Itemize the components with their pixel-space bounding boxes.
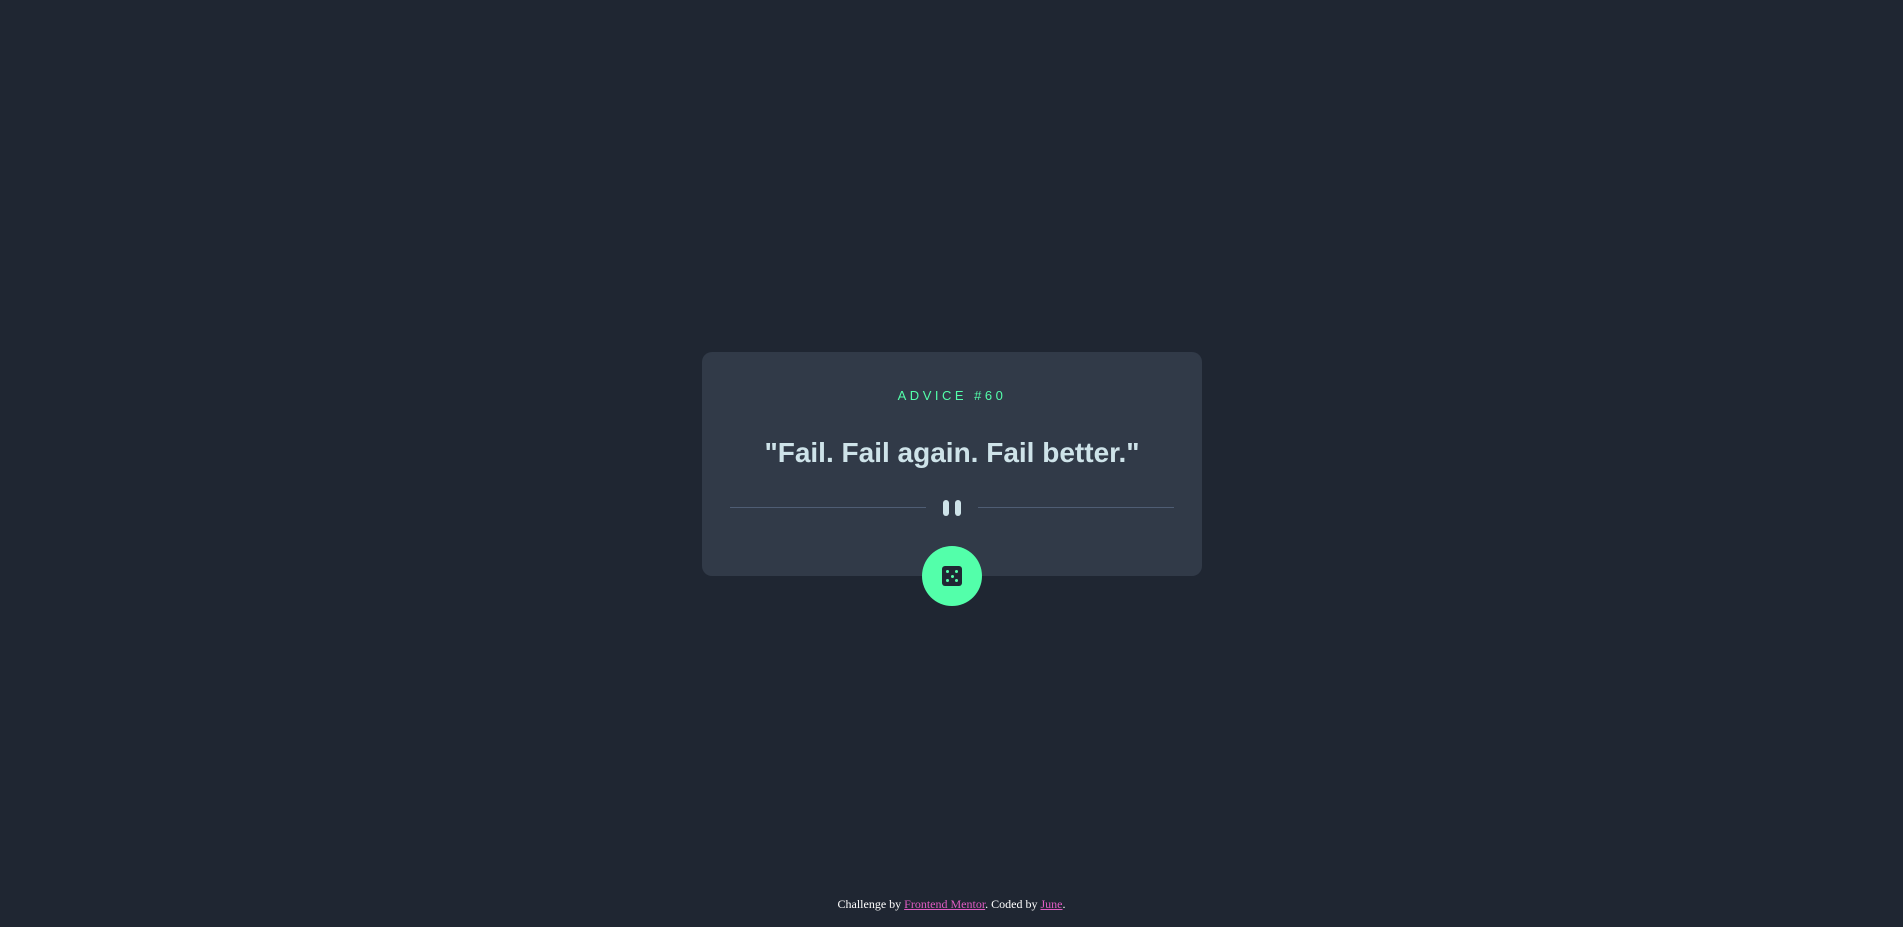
frontend-mentor-link[interactable]: Frontend Mentor [904, 897, 985, 911]
author-link[interactable]: June [1041, 897, 1063, 911]
dice-pip [946, 579, 949, 582]
divider-line-right [978, 507, 1174, 508]
new-advice-button[interactable] [922, 546, 982, 606]
advice-number: ADVICE #60 [897, 388, 1007, 403]
pause-bar-right [955, 500, 961, 516]
footer-prefix: Challenge by [837, 897, 902, 911]
pause-bar-left [943, 500, 949, 516]
advice-quote: "Fail. Fail again. Fail better." [764, 437, 1140, 468]
dice-icon [942, 566, 962, 586]
dice-pip [950, 574, 954, 578]
footer-suffix: . [1062, 897, 1066, 911]
attribution-footer: Challenge by Frontend Mentor. Coded by J… [0, 897, 1903, 912]
dice-pip [955, 570, 958, 573]
divider [730, 500, 1174, 516]
dice-pip [955, 579, 958, 582]
divider-line-left [730, 507, 926, 508]
page: ADVICE #60 "Fail. Fail again. Fail bette… [0, 0, 1903, 927]
dice-pip [946, 570, 949, 573]
footer-middle: . Coded by [985, 897, 1038, 911]
pause-icon [941, 500, 963, 516]
advice-card: ADVICE #60 "Fail. Fail again. Fail bette… [702, 352, 1202, 576]
